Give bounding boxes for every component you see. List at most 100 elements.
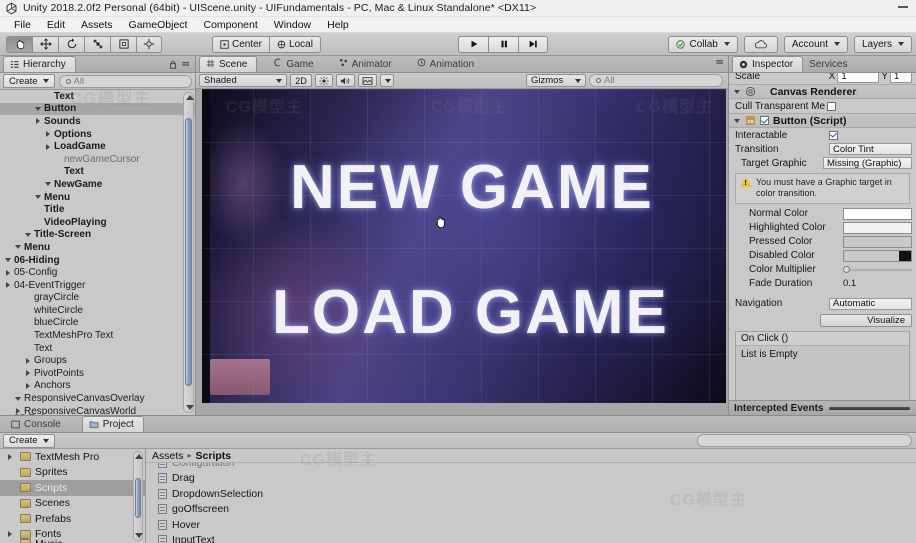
file-list-body[interactable]: Configuration Drag DropdownSelection goOffs… xyxy=(146,463,916,543)
hierarchy-row-textmeshpro-text[interactable]: TextMeshPro Text xyxy=(0,329,195,342)
target-graphic-field[interactable]: Missing (Graphic) xyxy=(823,157,912,169)
project-folder-scroll-thumb[interactable] xyxy=(135,478,141,518)
chevron-down-icon[interactable] xyxy=(733,119,741,123)
scroll-down-icon[interactable] xyxy=(186,405,194,410)
rotate-tool-icon[interactable] xyxy=(58,35,84,53)
menu-window[interactable]: Window xyxy=(266,19,319,31)
tab-scene[interactable]: Scene xyxy=(199,56,258,72)
project-file-drag[interactable]: Drag xyxy=(146,471,916,487)
collab-button[interactable]: Collab xyxy=(668,35,738,53)
project-file-dropdownselection[interactable]: DropdownSelection xyxy=(146,486,916,502)
tab-project[interactable]: Project xyxy=(81,416,144,432)
project-file-list[interactable]: Assets ▸ Scripts Configuration Drag Dropdo… xyxy=(146,449,916,543)
hierarchy-row-anchors[interactable]: Anchors xyxy=(0,380,195,393)
chevron-right-icon[interactable] xyxy=(34,118,42,124)
interactable-checkbox[interactable] xyxy=(829,130,838,140)
chevron-right-icon[interactable] xyxy=(4,282,12,288)
chevron-right-icon[interactable] xyxy=(4,270,12,276)
color-multiplier-slider[interactable] xyxy=(843,264,912,276)
disabled-color-swatch[interactable] xyxy=(843,249,912,262)
hierarchy-row-title-screen[interactable]: Title-Screen xyxy=(0,229,195,242)
project-folder-prefabs[interactable]: Prefabs xyxy=(0,511,145,527)
hierarchy-create-button[interactable]: Create xyxy=(3,74,55,88)
transform-tool-icon[interactable] xyxy=(136,35,162,53)
tab-animator[interactable]: Animator xyxy=(333,56,401,72)
hierarchy-row-pivotpoints[interactable]: PivotPoints xyxy=(0,367,195,380)
scale-tool-icon[interactable] xyxy=(84,35,110,53)
button-script-enabled-checkbox[interactable] xyxy=(760,116,769,125)
chevron-down-icon[interactable] xyxy=(34,107,42,111)
tab-services[interactable]: Services xyxy=(803,56,856,72)
scene-search-input[interactable]: All xyxy=(589,74,723,87)
hierarchy-row-newgame[interactable]: NewGame xyxy=(0,178,195,191)
hierarchy-scrollbar[interactable] xyxy=(183,92,194,413)
scroll-up-icon[interactable] xyxy=(135,454,143,459)
hierarchy-row-videoplaying[interactable]: VideoPlaying xyxy=(0,216,195,229)
project-file-configuration[interactable]: Configuration xyxy=(146,463,916,471)
scroll-up-icon[interactable] xyxy=(186,95,194,100)
breadcrumb-scripts[interactable]: Scripts xyxy=(196,450,232,462)
hierarchy-row-title[interactable]: Title xyxy=(0,203,195,216)
chevron-right-icon[interactable] xyxy=(24,370,32,376)
component-header-canvas-renderer[interactable]: Canvas Renderer xyxy=(729,84,916,99)
hierarchy-row-options[interactable]: Options xyxy=(0,128,195,141)
play-button[interactable] xyxy=(458,35,488,53)
gizmos-dropdown[interactable]: Gizmos xyxy=(526,74,586,87)
chevron-right-icon[interactable] xyxy=(6,454,14,460)
chevron-right-icon[interactable] xyxy=(24,383,32,389)
fade-duration-field[interactable]: 0.1 xyxy=(843,278,912,289)
hierarchy-row-menu[interactable]: Menu xyxy=(0,191,195,204)
chevron-down-icon[interactable] xyxy=(14,245,22,249)
project-create-button[interactable]: Create xyxy=(3,433,55,448)
scene-audio-toggle[interactable] xyxy=(336,74,355,87)
highlighted-color-swatch[interactable] xyxy=(843,221,912,234)
project-folder-tree[interactable]: TextMesh Pro Sprites Scripts Scenes Prefabs F… xyxy=(0,449,146,543)
chevron-down-icon[interactable] xyxy=(733,90,741,94)
tab-animation[interactable]: Animation xyxy=(411,56,483,72)
hierarchy-row-05-config[interactable]: 05-Config xyxy=(0,266,195,279)
hierarchy-row-04-eventtrigger[interactable]: 04-EventTrigger xyxy=(0,279,195,292)
chevron-down-icon[interactable] xyxy=(34,195,42,199)
layers-button[interactable]: Layers xyxy=(853,35,912,53)
transition-dropdown[interactable]: Color Tint xyxy=(829,143,912,155)
scale-x-field[interactable]: 1 xyxy=(837,73,880,83)
panel-menu-icon[interactable] xyxy=(715,58,725,67)
hierarchy-row-groups[interactable]: Groups xyxy=(0,354,195,367)
menu-gameobject[interactable]: GameObject xyxy=(121,19,196,31)
tab-inspector[interactable]: Inspector xyxy=(732,56,804,72)
hierarchy-row-06-hiding[interactable]: 06-Hiding xyxy=(0,254,195,267)
tab-hierarchy[interactable]: Hierarchy xyxy=(3,56,76,72)
hierarchy-row-loadgame[interactable]: LoadGame xyxy=(0,140,195,153)
hierarchy-row-sounds[interactable]: Sounds xyxy=(0,115,195,128)
scale-y-field[interactable]: 1 xyxy=(890,73,912,83)
project-folder-textmesh-pro[interactable]: TextMesh Pro xyxy=(0,449,145,465)
menu-component[interactable]: Component xyxy=(195,19,265,31)
project-folder-scrollbar[interactable] xyxy=(133,451,143,541)
lock-icon[interactable] xyxy=(169,60,177,69)
chevron-right-icon[interactable] xyxy=(24,358,32,364)
chevron-down-icon[interactable] xyxy=(14,397,22,401)
project-file-hover[interactable]: Hover xyxy=(146,517,916,533)
hierarchy-row-whitecircle[interactable]: whiteCircle xyxy=(0,304,195,317)
breadcrumb-assets[interactable]: Assets xyxy=(152,450,184,462)
hierarchy-scroll-thumb[interactable] xyxy=(185,118,192,386)
hand-tool-icon[interactable] xyxy=(6,35,32,53)
step-button[interactable] xyxy=(518,35,548,53)
menu-edit[interactable]: Edit xyxy=(39,19,73,31)
pressed-color-swatch[interactable] xyxy=(843,235,912,248)
normal-color-swatch[interactable] xyxy=(843,207,912,220)
tab-console[interactable]: Console xyxy=(5,416,70,432)
chevron-right-icon[interactable] xyxy=(44,131,52,137)
chevron-right-icon[interactable] xyxy=(6,531,14,537)
scene-lighting-toggle[interactable] xyxy=(315,74,333,87)
hierarchy-row-button[interactable]: Button xyxy=(0,102,195,116)
project-file-gooffscreen[interactable]: goOffscreen xyxy=(146,502,916,518)
project-search-input[interactable] xyxy=(697,434,912,447)
menu-assets[interactable]: Assets xyxy=(73,19,121,31)
hierarchy-row-text[interactable]: Text xyxy=(0,90,195,103)
chevron-down-icon[interactable] xyxy=(24,233,32,237)
cull-transparent-checkbox[interactable] xyxy=(827,101,837,111)
project-folder-scripts[interactable]: Scripts xyxy=(0,480,145,496)
chevron-down-icon[interactable] xyxy=(4,258,12,262)
rect-tool-icon[interactable] xyxy=(110,35,136,53)
